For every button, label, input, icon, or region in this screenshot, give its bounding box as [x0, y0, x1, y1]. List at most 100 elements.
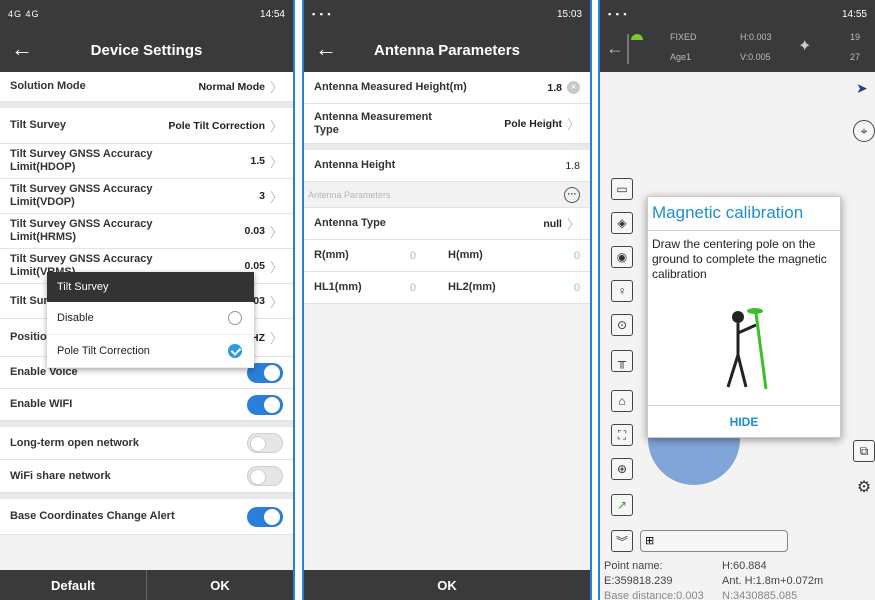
gnss-status-bar: ← FIXED Age1 H:0.003 V:0.005 ✦ 19 27: [600, 28, 875, 72]
survey-map-screen: ▪ ▪ ▪ 14:55 ← FIXED Age1 H:0.003 V:0.005…: [598, 0, 875, 600]
status-bar: 4G 4G 14:54: [0, 0, 293, 28]
device-settings-screen: 4G 4G 14:54 ← Device Settings Solution M…: [0, 0, 295, 600]
dialog-title: Tilt Survey: [47, 272, 254, 302]
r-value[interactable]: 0: [386, 250, 416, 262]
h-label: H(mm): [448, 249, 483, 261]
back-arrow-icon[interactable]: ←: [606, 38, 624, 59]
stakeout-icon[interactable]: ⊙: [611, 314, 633, 336]
antenna-type-row[interactable]: Antenna Type null 〉: [304, 208, 590, 240]
h-value[interactable]: 0: [530, 250, 580, 262]
chevron-right-icon: 〉: [269, 80, 283, 95]
row-label: WiFi share network: [10, 469, 111, 482]
v-precision: V:0.005: [740, 52, 771, 62]
row-label: Antenna Type: [314, 217, 386, 229]
north-arrow-icon: ➤: [856, 80, 868, 96]
option-label: Disable: [57, 312, 94, 324]
row-label: Solution Mode: [10, 80, 86, 92]
wifi-share-toggle[interactable]: [247, 466, 283, 486]
collapse-down-icon[interactable]: ︾: [611, 530, 633, 552]
screenshot-icon[interactable]: ⧉: [853, 440, 875, 462]
dialog-text: Draw the centering pole on the ground to…: [652, 237, 827, 281]
row-label: Tilt Survey GNSS Accuracy Limit(VDOP): [10, 183, 153, 208]
measurement-type-row[interactable]: Antenna Measurement Type Pole Height 〉: [304, 104, 590, 144]
signal-status: 4G 4G: [8, 9, 40, 19]
antenna-height-row: Antenna Height 1.8: [304, 150, 590, 182]
footer-bar: OK: [304, 570, 590, 600]
chevron-right-icon: 〉: [269, 224, 283, 240]
long-term-network-toggle[interactable]: [247, 433, 283, 453]
default-button[interactable]: Default: [0, 570, 146, 600]
enable-wifi-toggle[interactable]: [247, 394, 283, 415]
hl2-value[interactable]: 0: [530, 282, 580, 294]
option-label: Pole Tilt Correction: [57, 345, 150, 357]
ok-button[interactable]: OK: [146, 570, 293, 600]
row-value: Pole Tilt Correction: [168, 119, 265, 132]
row-label: Tilt Survey GNSS Accuracy Limit(HRMS): [10, 218, 153, 243]
long-term-network-row: Long-term open network: [0, 427, 293, 460]
calibration-figure-icon: [726, 308, 768, 390]
row-label: Enable WIFI: [10, 398, 73, 410]
back-arrow-icon[interactable]: ←: [312, 36, 340, 64]
row-label: Tilt Survey: [10, 119, 67, 131]
point-a-icon[interactable]: ◈: [611, 212, 633, 234]
measured-height-row[interactable]: Antenna Measured Height(m) 1.8 ×: [304, 72, 590, 104]
vdop-limit-row[interactable]: Tilt Survey GNSS Accuracy Limit(VDOP) 3 〉: [0, 179, 293, 214]
hdop-limit-row[interactable]: Tilt Survey GNSS Accuracy Limit(HDOP) 1.…: [0, 144, 293, 179]
solution-mode-row[interactable]: Solution Mode Normal Mode 〉: [0, 72, 293, 102]
base-change-alert-toggle[interactable]: [247, 506, 283, 527]
tilt-survey-row[interactable]: Tilt Survey Pole Tilt Correction 〉: [0, 108, 293, 144]
target-icon[interactable]: ⊕: [611, 458, 633, 480]
height-value: H:60.884: [722, 560, 767, 572]
signal-icon: ▪ ▪ ▪: [608, 9, 628, 19]
chevron-right-icon: 〉: [269, 259, 283, 275]
antenna-parameters-section: Antenna Parameters ···: [304, 182, 590, 208]
row-value: null: [543, 217, 562, 230]
zoom-extent-icon[interactable]: ⛶: [611, 424, 633, 446]
h-precision: H:0.003: [740, 32, 772, 42]
rover-icon: [627, 34, 643, 64]
antenna-height-value: Ant. H:1.8m+0.072m: [722, 575, 824, 587]
row-label: Antenna Measured Height(m): [314, 81, 467, 93]
back-arrow-icon[interactable]: ←: [8, 36, 36, 64]
hide-button[interactable]: HIDE: [648, 405, 840, 437]
tilt-survey-dialog: Tilt Survey Disable Pole Tilt Correction: [47, 272, 254, 368]
more-options-icon[interactable]: ···: [564, 186, 580, 203]
point-collect-bar[interactable]: ⊞: [640, 530, 788, 552]
survey-tool-icon[interactable]: ↗: [611, 494, 633, 516]
ok-button[interactable]: OK: [304, 570, 590, 600]
option-disable[interactable]: Disable: [47, 302, 254, 335]
measured-height-value: 1.8: [547, 81, 562, 94]
section-label: Antenna Parameters: [308, 189, 391, 200]
signal-icon: ▪ ▪ ▪: [312, 9, 332, 19]
fix-status: FIXED: [670, 32, 697, 42]
chevron-right-icon: 〉: [269, 119, 283, 134]
point-name-label: Point name:: [604, 560, 663, 572]
e-coordinate: E:359818.239: [604, 575, 673, 587]
option-pole-tilt-correction[interactable]: Pole Tilt Correction: [47, 335, 254, 368]
chevron-right-icon: 〉: [269, 189, 283, 205]
location-pin-icon[interactable]: ⌖: [853, 120, 875, 142]
row-label: Tilt Survey GNSS Accuracy Limit(HDOP): [10, 148, 153, 173]
map-marker-icon[interactable]: ⌂: [611, 390, 633, 412]
navigate-icon[interactable]: ◉: [611, 246, 633, 268]
pole-height-icon[interactable]: ╥: [611, 350, 633, 372]
hl1-label: HL1(mm): [314, 281, 362, 293]
hl1-hl2-row: HL1(mm) 0 HL2(mm) 0: [304, 272, 590, 304]
enable-wifi-row: Enable WIFI: [0, 389, 293, 421]
clear-icon[interactable]: ×: [567, 81, 580, 94]
row-value: Pole Height: [504, 117, 562, 130]
clock: 15:03: [556, 8, 582, 20]
satellite-count-top: 19: [850, 32, 861, 42]
hl2-label: HL2(mm): [448, 281, 496, 293]
chevron-right-icon: 〉: [566, 117, 580, 132]
hrms-limit-row[interactable]: Tilt Survey GNSS Accuracy Limit(HRMS) 0.…: [0, 214, 293, 249]
header: ← Antenna Parameters: [304, 28, 590, 72]
hl1-value[interactable]: 0: [386, 282, 416, 294]
clock: 14:54: [259, 8, 285, 20]
status-bar: ▪ ▪ ▪ 15:03: [304, 0, 590, 28]
header: ← Device Settings: [0, 28, 293, 72]
measure-point-icon[interactable]: ♀: [611, 280, 633, 302]
radio-unchecked-icon: [228, 311, 242, 325]
layers-icon[interactable]: ▭: [611, 178, 633, 200]
settings-gear-icon[interactable]: ⚙: [853, 476, 875, 498]
